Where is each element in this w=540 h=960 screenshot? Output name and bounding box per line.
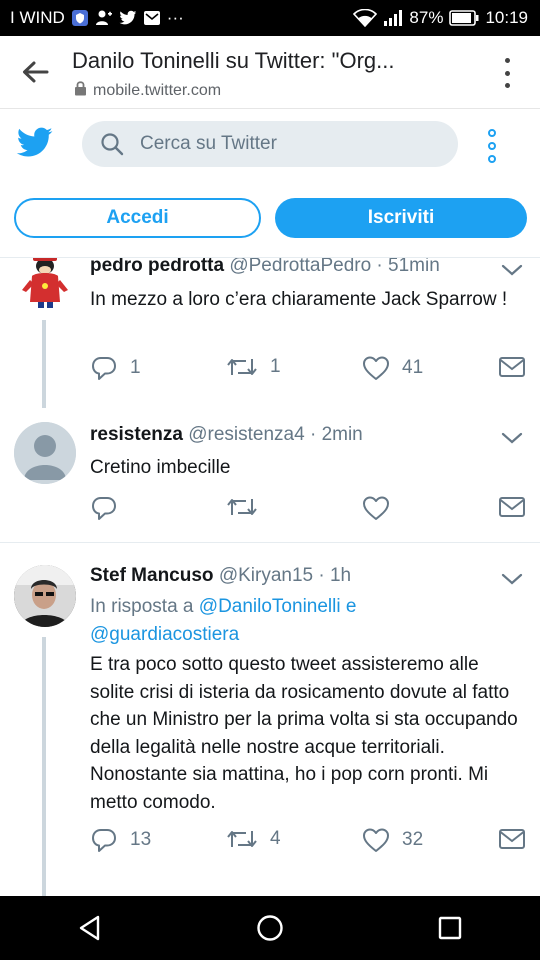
like-action[interactable]	[362, 495, 390, 521]
thread-line	[42, 320, 46, 408]
reply-icon	[92, 357, 116, 380]
like-icon	[363, 828, 389, 852]
twitter-menu-icon[interactable]	[486, 129, 498, 163]
avatar[interactable]	[14, 565, 76, 627]
avatar[interactable]	[14, 422, 76, 484]
tweet-text: Cretino imbecille	[90, 457, 231, 478]
reply-action[interactable]	[90, 495, 118, 521]
like-icon	[363, 496, 389, 520]
user-add-notification-icon	[95, 9, 113, 27]
user-handle-time[interactable]: @PedrottaPedro · 51min	[229, 258, 439, 276]
login-button[interactable]: Accedi	[14, 198, 261, 238]
user-handle-time[interactable]: @Kiryan15 · 1h	[219, 565, 351, 586]
search-icon	[100, 131, 126, 157]
user-handle-time[interactable]: @resistenza4 · 2min	[188, 424, 363, 445]
message-icon	[499, 357, 525, 377]
twitter-bird-icon[interactable]	[16, 127, 54, 161]
like-action[interactable]: 41	[362, 355, 423, 381]
back-arrow-icon[interactable]	[18, 56, 52, 88]
mention-link[interactable]: @DaniloToninelli	[199, 596, 341, 617]
mail-notification-icon	[143, 10, 161, 26]
retweet-icon	[227, 831, 257, 847]
reply-icon	[92, 497, 116, 520]
nav-home-icon[interactable]	[240, 903, 300, 953]
like-count: 41	[402, 357, 424, 378]
thread-line	[42, 637, 46, 896]
retweet-icon	[227, 499, 257, 515]
reply-icon	[92, 829, 116, 852]
chevron-down-icon[interactable]	[500, 571, 524, 587]
retweet-action[interactable]: 4	[226, 827, 281, 851]
tweet-text: In mezzo a loro c’era chiaramente Jack S…	[90, 289, 508, 310]
browser-toolbar: Danilo Toninelli su Twitter: "Org... mob…	[0, 36, 540, 109]
tweet-header: pedro pedrotta @PedrottaPedro · 51min	[90, 258, 440, 277]
tweet[interactable]: pedro pedrotta @PedrottaPedro · 51min In…	[0, 258, 540, 408]
url-text: mobile.twitter.com	[93, 81, 222, 99]
tweet-actions	[90, 495, 530, 525]
tweet[interactable]: Stef Mancuso @Kiryan15 · 1h In risposta …	[0, 543, 540, 896]
reply-context: In risposta a @DaniloToninelli e @guardi…	[90, 593, 510, 649]
page-url[interactable]: mobile.twitter.com	[74, 80, 221, 101]
tweet-header: resistenza @resistenza4 · 2min	[90, 424, 363, 446]
retweet-count: 1	[270, 356, 281, 377]
tweet-feed[interactable]: pedro pedrotta @PedrottaPedro · 51min In…	[0, 258, 540, 896]
chevron-down-icon[interactable]	[500, 430, 524, 446]
battery-icon	[449, 10, 479, 26]
clock: 10:19	[485, 8, 528, 27]
message-action[interactable]	[498, 827, 526, 851]
like-icon	[363, 356, 389, 380]
reply-conjunction: e	[345, 596, 357, 617]
wifi-icon	[353, 9, 378, 27]
signup-button[interactable]: Iscriviti	[275, 198, 527, 238]
reply-action[interactable]: 1	[90, 355, 141, 381]
tweet-actions: 13 4 32	[90, 827, 530, 857]
carrier-name: I WIND	[10, 8, 65, 27]
chevron-down-icon[interactable]	[500, 262, 524, 278]
more-notifications: ···	[166, 8, 184, 27]
reply-count: 1	[130, 357, 141, 378]
tweet-actions: 1 1 41	[90, 355, 530, 385]
reply-prefix: In risposta a	[90, 596, 194, 617]
tweet-text: E tra poco sotto questo tweet assisterem…	[90, 654, 518, 813]
message-action[interactable]	[498, 495, 526, 519]
like-action[interactable]: 32	[362, 827, 423, 853]
retweet-icon	[227, 359, 257, 375]
avatar[interactable]	[14, 258, 76, 312]
message-icon	[499, 497, 525, 517]
nav-back-icon[interactable]	[60, 903, 120, 953]
mention-link[interactable]: @guardiacostiera	[90, 624, 239, 645]
search-box[interactable]	[82, 121, 458, 167]
search-input[interactable]	[138, 132, 442, 156]
lock-icon	[74, 80, 87, 101]
retweet-action[interactable]	[226, 495, 258, 519]
tweet[interactable]: resistenza @resistenza4 · 2min Cretino i…	[0, 408, 540, 542]
page-title: Danilo Toninelli su Twitter: "Org...	[72, 48, 395, 73]
browser-menu-icon[interactable]	[502, 58, 512, 88]
like-count: 32	[402, 829, 424, 850]
twitter-notification-icon	[119, 10, 137, 26]
tweet-header: Stef Mancuso @Kiryan15 · 1h	[90, 565, 351, 587]
retweet-count: 4	[270, 828, 281, 849]
user-name[interactable]: pedro pedrotta	[90, 258, 224, 276]
nav-recents-icon[interactable]	[420, 903, 480, 953]
shield-notification-icon	[71, 9, 89, 27]
reply-count: 13	[130, 829, 152, 850]
reply-action[interactable]: 13	[90, 827, 151, 853]
status-bar: I WIND ··· 87% 10:19	[0, 0, 540, 36]
user-name[interactable]: resistenza	[90, 424, 183, 445]
user-name[interactable]: Stef Mancuso	[90, 565, 214, 586]
system-nav-bar	[0, 896, 540, 960]
signal-icon	[383, 10, 403, 26]
retweet-action[interactable]: 1	[226, 355, 281, 379]
message-icon	[499, 829, 525, 849]
twitter-header: Accedi Iscriviti	[0, 109, 540, 258]
battery-percent: 87%	[409, 8, 444, 27]
message-action[interactable]	[498, 355, 526, 379]
